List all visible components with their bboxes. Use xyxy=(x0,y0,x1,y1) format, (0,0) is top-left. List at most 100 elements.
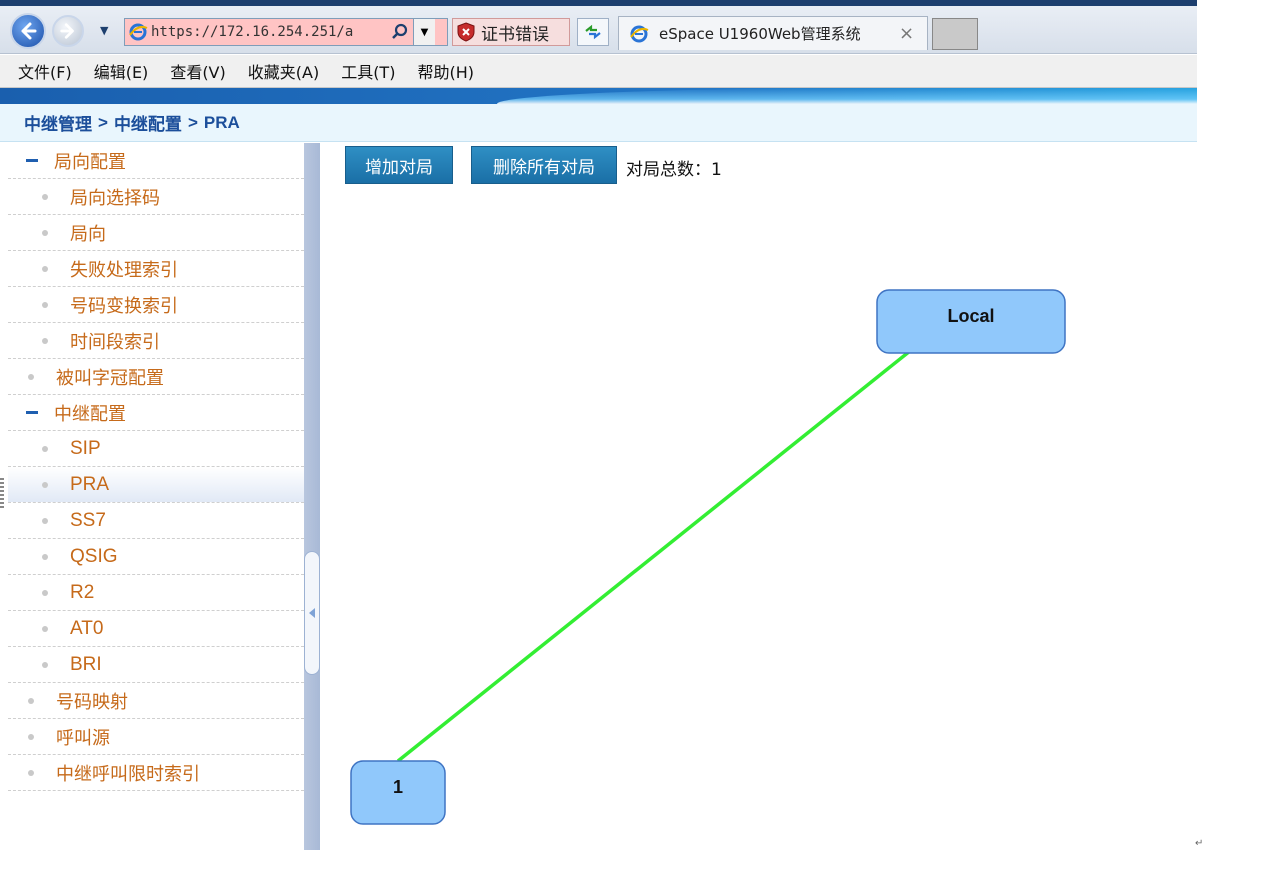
sidebar-item-label: 局向配置 xyxy=(54,151,126,173)
office-count-value: 1 xyxy=(711,160,722,180)
delete-all-offices-button[interactable]: 删除所有对局 xyxy=(471,146,617,184)
collapse-minus-icon[interactable] xyxy=(26,159,38,162)
menu-favorites[interactable]: 收藏夹(A) xyxy=(248,59,319,83)
certificate-error-button[interactable]: 证书错误 xyxy=(452,18,570,46)
breadcrumb-current: PRA xyxy=(203,112,240,132)
banner-decoration xyxy=(497,88,1197,104)
bullet-icon xyxy=(42,265,48,272)
sidebar-item-label: 号码映射 xyxy=(56,691,128,713)
menu-view[interactable]: 查看(V) xyxy=(170,59,225,83)
new-tab-button[interactable] xyxy=(932,18,978,50)
sidebar-item-label: SIP xyxy=(70,437,101,459)
search-icon[interactable] xyxy=(387,19,413,45)
breadcrumb-separator: > xyxy=(98,112,108,132)
sidebar-item-label: SS7 xyxy=(70,509,106,531)
sidebar-item-number-mapping[interactable]: 号码映射 xyxy=(8,683,304,719)
collapse-minus-icon[interactable] xyxy=(26,411,38,414)
sidebar-item-call-source[interactable]: 呼叫源 xyxy=(8,719,304,755)
bullet-icon xyxy=(42,661,48,668)
sidebar-item-pra[interactable]: PRA xyxy=(8,467,304,503)
sidebar-item-office[interactable]: 局向 xyxy=(8,215,304,251)
sidebar-splitter[interactable] xyxy=(304,143,320,850)
app-banner xyxy=(0,88,1197,104)
bullet-icon xyxy=(42,553,48,560)
sidebar-item-sip[interactable]: SIP xyxy=(8,431,304,467)
browser-tab[interactable]: eSpace U1960Web管理系统 × xyxy=(618,16,928,50)
breadcrumb-item[interactable]: 中继配置 xyxy=(114,110,182,135)
sidebar-item-time-period-index[interactable]: 时间段索引 xyxy=(8,323,304,359)
breadcrumb-item[interactable]: 中继管理 xyxy=(24,110,92,135)
refresh-icon xyxy=(585,24,601,40)
bullet-icon xyxy=(42,229,48,236)
menu-edit[interactable]: 编辑(E) xyxy=(94,59,149,83)
sidebar-item-label: 局向选择码 xyxy=(70,187,160,209)
sidebar-item-label: BRI xyxy=(70,653,102,675)
sidebar-item-label: 号码变换索引 xyxy=(70,295,178,317)
forward-button[interactable] xyxy=(52,15,84,47)
address-url-text[interactable]: https://172.16.254.251/a xyxy=(151,24,387,40)
bullet-icon xyxy=(42,589,48,596)
bullet-icon xyxy=(42,481,48,488)
history-dropdown-icon[interactable]: ▼ xyxy=(100,24,108,37)
tab-title: eSpace U1960Web管理系统 xyxy=(659,25,861,43)
sidebar-item-office-select-code[interactable]: 局向选择码 xyxy=(8,179,304,215)
sidebar-item-label: 局向 xyxy=(70,223,106,245)
back-button[interactable] xyxy=(10,13,46,49)
topology-node-office-1[interactable]: 1 xyxy=(350,760,446,825)
bullet-icon xyxy=(42,301,48,308)
sidebar-item-label: 被叫字冠配置 xyxy=(56,367,164,389)
certificate-error-label: 证书错误 xyxy=(481,24,549,45)
ie-tab-icon xyxy=(630,25,649,42)
breadcrumb: 中继管理 > 中继配置 > PRA xyxy=(0,104,1197,142)
sidebar-item-number-change-index[interactable]: 号码变换索引 xyxy=(8,287,304,323)
office-count: 对局总数：1 xyxy=(626,155,722,180)
sidebar-item-ss7[interactable]: SS7 xyxy=(8,503,304,539)
refresh-button[interactable] xyxy=(577,18,609,46)
sidebar-item-label: 失败处理索引 xyxy=(70,259,178,281)
arrow-right-icon xyxy=(60,23,74,39)
tab-close-icon[interactable]: × xyxy=(899,23,914,44)
topology-link[interactable] xyxy=(396,349,912,763)
breadcrumb-separator: > xyxy=(187,112,198,132)
arrow-left-icon xyxy=(21,22,37,40)
bullet-icon xyxy=(42,445,48,452)
bullet-icon xyxy=(42,337,48,344)
address-dropdown-icon[interactable]: ▼ xyxy=(413,19,435,45)
ie-page-icon xyxy=(125,19,151,45)
shield-warning-icon xyxy=(457,22,475,42)
sidebar-item-label: 时间段索引 xyxy=(70,331,160,353)
menu-help[interactable]: 帮助(H) xyxy=(417,59,474,83)
sidebar-item-r2[interactable]: R2 xyxy=(8,575,304,611)
sidebar-item-at0[interactable]: AT0 xyxy=(8,611,304,647)
sidebar-group-trunk-config[interactable]: 中继配置 xyxy=(8,395,304,431)
bullet-icon xyxy=(42,517,48,524)
menu-tools[interactable]: 工具(T) xyxy=(341,59,395,83)
address-bar[interactable]: https://172.16.254.251/a ▼ xyxy=(124,18,448,46)
sidebar-nav: 局向配置 局向选择码 局向 失败处理索引 号码变换索引 时间段索引 被叫字冠配置 xyxy=(8,143,304,850)
sidebar-item-trunk-call-limit-index[interactable]: 中继呼叫限时索引 xyxy=(8,755,304,791)
sidebar-item-bri[interactable]: BRI xyxy=(8,647,304,683)
triangle-left-icon xyxy=(309,608,315,618)
bullet-icon xyxy=(42,625,48,632)
bullet-icon xyxy=(28,769,34,776)
resize-grip[interactable] xyxy=(0,478,4,508)
menu-bar: 文件(F) 编辑(E) 查看(V) 收藏夹(A) 工具(T) 帮助(H) xyxy=(0,55,1197,88)
sidebar-group-office-config[interactable]: 局向配置 xyxy=(8,143,304,179)
sidebar-item-label: PRA xyxy=(70,473,110,495)
sidebar-item-called-prefix[interactable]: 被叫字冠配置 xyxy=(8,359,304,395)
topology-node-local[interactable]: Local xyxy=(876,289,1066,354)
sidebar-item-label: QSIG xyxy=(70,545,118,567)
bullet-icon xyxy=(28,697,34,704)
sidebar-item-failure-index[interactable]: 失败处理索引 xyxy=(8,251,304,287)
paragraph-mark: ↵ xyxy=(1195,838,1204,849)
sidebar-item-label: 中继呼叫限时索引 xyxy=(56,763,200,785)
bullet-icon xyxy=(28,733,34,740)
sidebar-collapse-handle[interactable] xyxy=(304,551,320,675)
browser-toolbar: ▼ https://172.16.254.251/a ▼ 证书错误 eSpace… xyxy=(0,6,1197,54)
sidebar-item-qsig[interactable]: QSIG xyxy=(8,539,304,575)
sidebar-item-label: AT0 xyxy=(70,617,104,639)
add-office-button[interactable]: 增加对局 xyxy=(345,146,453,184)
menu-file[interactable]: 文件(F) xyxy=(18,59,72,83)
office-count-label: 对局总数： xyxy=(626,160,711,180)
browser-window: ▼ https://172.16.254.251/a ▼ 证书错误 eSpace… xyxy=(0,0,1197,850)
